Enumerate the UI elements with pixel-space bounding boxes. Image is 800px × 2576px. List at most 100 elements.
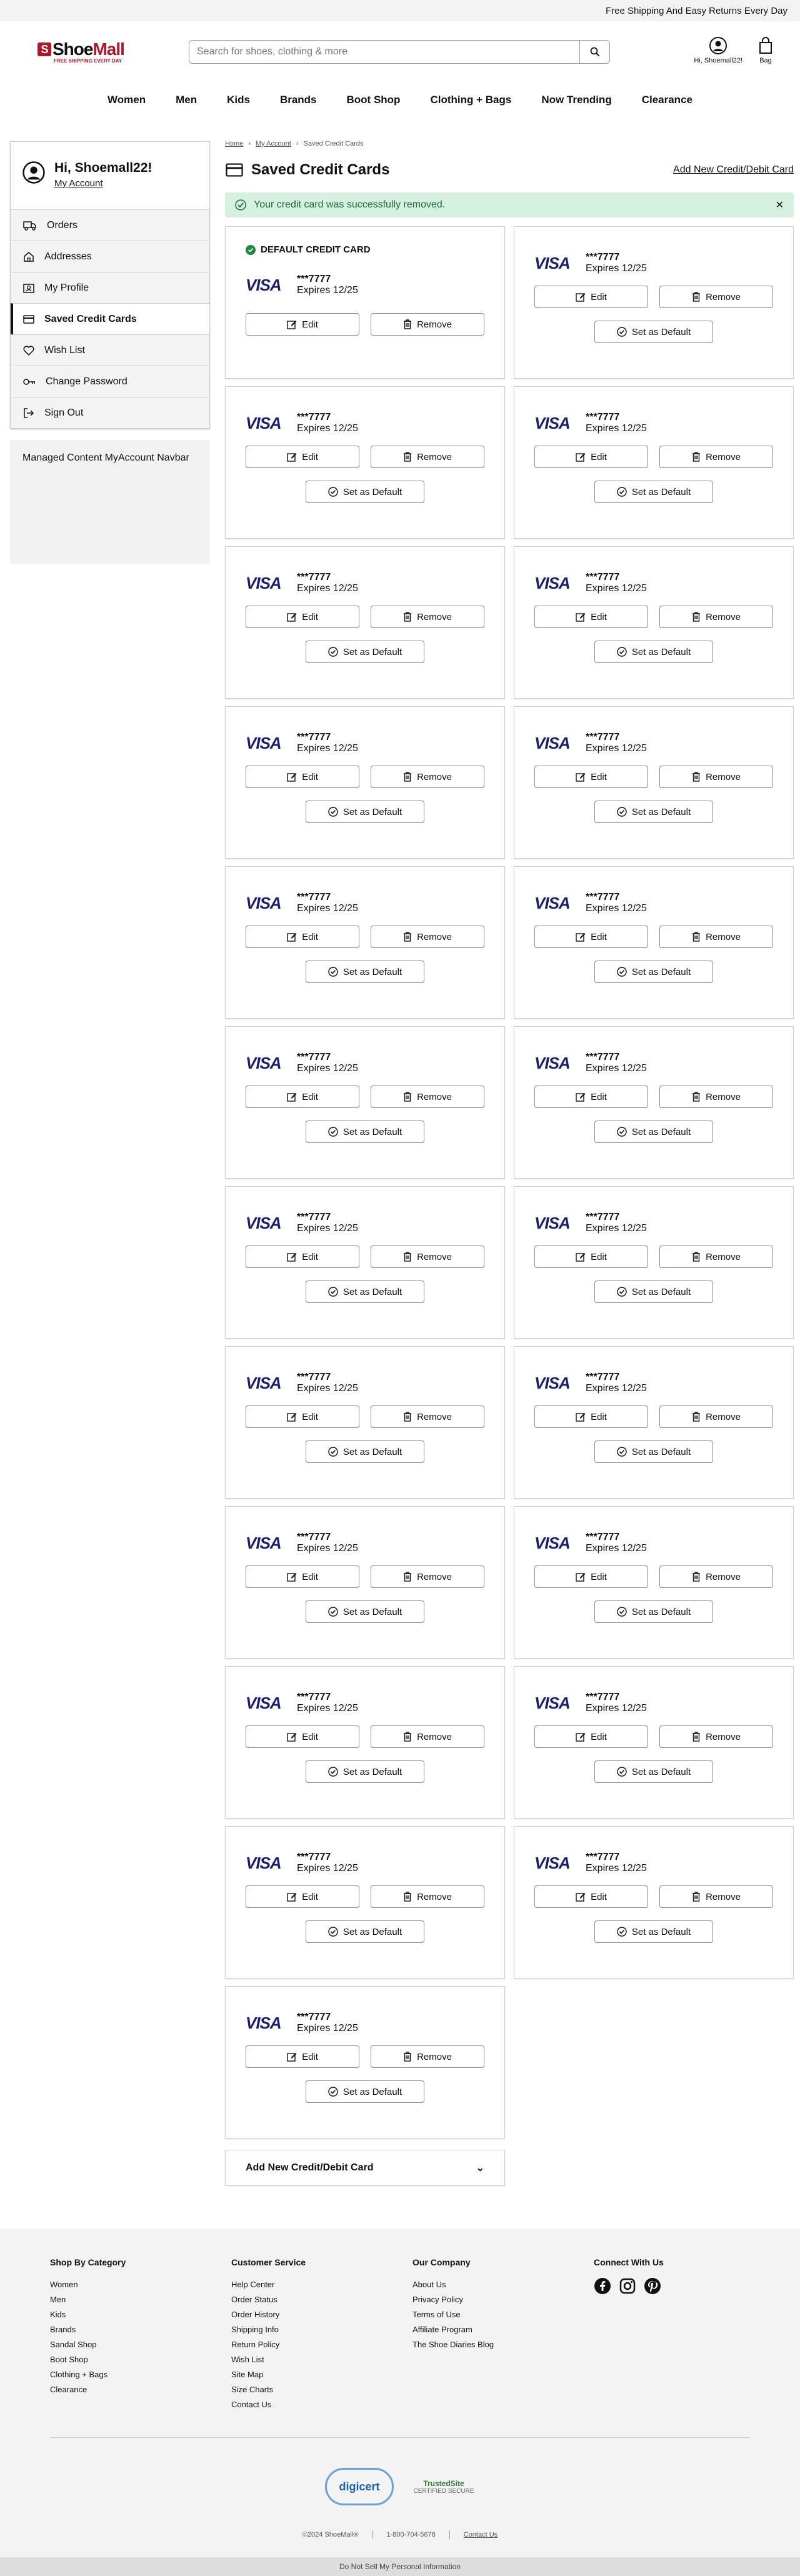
remove-button[interactable]: Remove [659,1405,773,1428]
sidebar-item-sign-out[interactable]: Sign Out [11,397,209,428]
set-default-button[interactable]: Set as Default [306,1600,424,1623]
nav-brands[interactable]: Brands [280,94,317,106]
set-default-button[interactable]: Set as Default [594,321,713,343]
remove-button[interactable]: Remove [659,606,773,628]
edit-button[interactable]: Edit [534,1246,648,1268]
breadcrumb-account[interactable]: My Account [256,140,291,147]
pinterest-icon[interactable] [644,2277,661,2295]
trustedsite-badge[interactable]: TrustedSite CERTIFIED SECURE [412,2473,475,2500]
sidebar-item-orders[interactable]: Orders [11,209,209,241]
footer-link[interactable]: Return Policy [231,2337,412,2352]
nav-kids[interactable]: Kids [227,94,250,106]
footer-link[interactable]: Affiliate Program [412,2322,594,2337]
edit-button[interactable]: Edit [246,313,359,336]
remove-button[interactable]: Remove [371,606,484,628]
remove-button[interactable]: Remove [371,1086,484,1108]
edit-button[interactable]: Edit [246,2045,359,2068]
set-default-button[interactable]: Set as Default [594,1760,713,1783]
sidebar-item-change-password[interactable]: Change Password [11,366,209,397]
set-default-button[interactable]: Set as Default [594,1600,713,1623]
footer-link[interactable]: Help Center [231,2277,412,2292]
instagram-icon[interactable] [619,2277,636,2295]
bag-button[interactable]: Bag [756,36,775,64]
digicert-badge[interactable]: digicert [325,2468,394,2505]
edit-button[interactable]: Edit [246,1086,359,1108]
edit-button[interactable]: Edit [534,766,648,788]
set-default-button[interactable]: Set as Default [306,1920,424,1943]
remove-button[interactable]: Remove [371,926,484,948]
set-default-button[interactable]: Set as Default [306,2080,424,2103]
edit-button[interactable]: Edit [246,1725,359,1748]
edit-button[interactable]: Edit [246,446,359,468]
footer-link[interactable]: Site Map [231,2367,412,2382]
remove-button[interactable]: Remove [659,1885,773,1908]
edit-button[interactable]: Edit [534,1885,648,1908]
remove-button[interactable]: Remove [371,446,484,468]
edit-button[interactable]: Edit [534,446,648,468]
edit-button[interactable]: Edit [246,606,359,628]
footer-link[interactable]: The Shoe Diaries Blog [412,2337,594,2352]
breadcrumb-home[interactable]: Home [225,140,243,147]
edit-button[interactable]: Edit [534,606,648,628]
set-default-button[interactable]: Set as Default [594,1920,713,1943]
close-icon[interactable]: ✕ [776,199,784,211]
set-default-button[interactable]: Set as Default [594,481,713,503]
footer-link[interactable]: Kids [50,2307,231,2322]
my-account-link[interactable]: My Account [54,178,152,189]
account-button[interactable]: Hi, Shoemall22! [694,36,742,64]
footer-link[interactable]: Terms of Use [412,2307,594,2322]
add-card-link[interactable]: Add New Credit/Debit Card [673,164,794,176]
logo[interactable]: S Shoe Mall FREE SHIPPING EVERY DAY [38,39,150,64]
remove-button[interactable]: Remove [659,926,773,948]
set-default-button[interactable]: Set as Default [306,1121,424,1143]
edit-button[interactable]: Edit [534,1565,648,1588]
set-default-button[interactable]: Set as Default [594,641,713,663]
footer-link[interactable]: Privacy Policy [412,2292,594,2307]
set-default-button[interactable]: Set as Default [594,961,713,983]
search-button[interactable] [579,41,609,63]
footer-link[interactable]: Size Charts [231,2382,412,2397]
edit-button[interactable]: Edit [246,1246,359,1268]
footer-link[interactable]: Order Status [231,2292,412,2307]
remove-button[interactable]: Remove [659,766,773,788]
set-default-button[interactable]: Set as Default [594,1121,713,1143]
footer-link[interactable]: Wish List [231,2352,412,2367]
remove-button[interactable]: Remove [659,1565,773,1588]
nav-clearance[interactable]: Clearance [642,94,692,106]
footer-link[interactable]: Men [50,2292,231,2307]
remove-button[interactable]: Remove [659,446,773,468]
remove-button[interactable]: Remove [659,1725,773,1748]
facebook-icon[interactable] [594,2277,611,2295]
edit-button[interactable]: Edit [246,1885,359,1908]
footer-link[interactable]: Order History [231,2307,412,2322]
set-default-button[interactable]: Set as Default [306,1760,424,1783]
nav-now-trending[interactable]: Now Trending [541,94,611,106]
footer-link[interactable]: Sandal Shop [50,2337,231,2352]
remove-button[interactable]: Remove [371,313,484,336]
sidebar-item-addresses[interactable]: Addresses [11,241,209,272]
edit-button[interactable]: Edit [534,1725,648,1748]
footer-link[interactable]: Boot Shop [50,2352,231,2367]
nav-men[interactable]: Men [176,94,197,106]
edit-button[interactable]: Edit [246,1565,359,1588]
set-default-button[interactable]: Set as Default [306,641,424,663]
footer-link[interactable]: Clothing + Bags [50,2367,231,2382]
sidebar-item-profile[interactable]: My Profile [11,272,209,303]
set-default-button[interactable]: Set as Default [306,801,424,823]
footer-link[interactable]: Contact Us [231,2397,412,2412]
remove-button[interactable]: Remove [371,1405,484,1428]
contact-link[interactable]: Contact Us [464,2531,498,2539]
edit-button[interactable]: Edit [534,1405,648,1428]
remove-button[interactable]: Remove [371,2045,484,2068]
add-card-accordion[interactable]: Add New Credit/Debit Card ⌄ [225,2150,505,2186]
sidebar-item-saved-cards[interactable]: Saved Credit Cards [11,303,209,334]
remove-button[interactable]: Remove [371,766,484,788]
remove-button[interactable]: Remove [371,1725,484,1748]
edit-button[interactable]: Edit [246,926,359,948]
edit-button[interactable]: Edit [534,926,648,948]
footer-link[interactable]: Brands [50,2322,231,2337]
edit-button[interactable]: Edit [534,286,648,308]
footer-link[interactable]: Shipping Info [231,2322,412,2337]
search-input[interactable] [189,41,579,63]
nav-women[interactable]: Women [108,94,146,106]
